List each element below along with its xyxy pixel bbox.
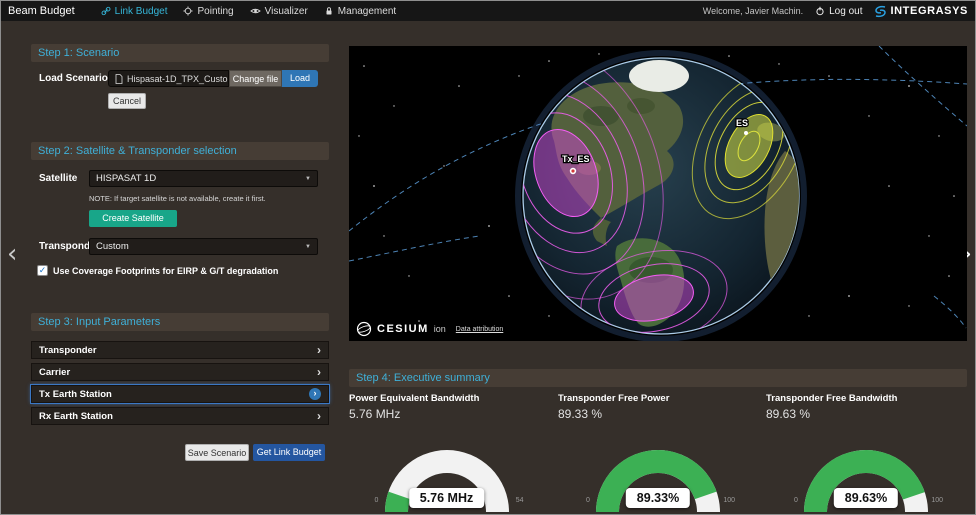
welcome-text: Welcome, Javier Machin. <box>703 6 803 16</box>
gauge-readout: 5.76 MHz <box>409 488 485 508</box>
nav-management[interactable]: Management <box>324 6 396 17</box>
beam-center-marker <box>744 131 748 135</box>
gauge-min-tick: 0 <box>375 497 379 504</box>
accordion-transponder[interactable]: Transponder › <box>31 341 329 359</box>
gauge-value-text: 89.63 % <box>766 407 966 421</box>
gauge-value-text: 89.33 % <box>558 407 758 421</box>
nav-link-budget[interactable]: Link Budget <box>101 6 168 17</box>
nav-label: Pointing <box>197 6 233 17</box>
chevron-right-icon: › <box>317 344 321 356</box>
gauge-col-transponder-free-power: Transponder Free Power 89.33 % 0 100 89.… <box>558 393 758 515</box>
chevron-left-icon: ‹ <box>7 239 17 269</box>
globe-scene: Tx_ES ES <box>349 46 967 341</box>
gauge-col-power-equivalent-bandwidth: Power Equivalent Bandwidth 5.76 MHz 0 54… <box>349 393 544 515</box>
gauge-title: Power Equivalent Bandwidth <box>349 393 544 404</box>
app-brand: Beam Budget <box>8 5 75 17</box>
greenland-ice <box>629 60 689 92</box>
gauge-title: Transponder Free Power <box>558 393 758 404</box>
step1-header: Step 1: Scenario <box>31 44 329 62</box>
chevron-right-icon: › <box>309 388 321 400</box>
integrasys-logo: INTEGRASYS <box>874 5 968 18</box>
footprints-checkbox-label: Use Coverage Footprints for EIRP & G/T d… <box>53 266 278 276</box>
save-scenario-button[interactable]: Save Scenario <box>185 444 249 461</box>
nav-label: Link Budget <box>115 6 168 17</box>
get-link-budget-button[interactable]: Get Link Budget <box>253 444 325 461</box>
step2-header: Step 2: Satellite & Transponder selectio… <box>31 142 329 160</box>
transponder-select-value: Custom <box>96 241 129 252</box>
nav-label: Management <box>338 6 396 17</box>
tx-station-label: Tx_ES <box>562 154 590 164</box>
gauge: 0 100 89.33% <box>573 426 743 515</box>
scenario-file-input[interactable]: Hispasat-1D_TPX_Custom.json <box>108 70 229 87</box>
cesium-logo-icon <box>356 321 372 337</box>
navbar: Beam Budget Link Budget Pointing Visuali… <box>1 1 975 21</box>
load-scenario-label: Load Scenario: <box>39 73 111 84</box>
footprints-checkbox[interactable]: ✓ <box>37 265 48 276</box>
satellite-select-value: HISPASAT 1D <box>96 173 156 184</box>
scenario-file-name: Hispasat-1D_TPX_Custom.json <box>127 74 229 84</box>
lock-icon <box>324 6 334 16</box>
accordion-rx-earth-station[interactable]: Rx Earth Station › <box>31 407 329 425</box>
step4-header: Step 4: Executive summary <box>349 369 967 387</box>
accordion-label: Rx Earth Station <box>39 411 113 422</box>
gauge-value-text: 5.76 MHz <box>349 407 544 421</box>
gauge-max-tick: 100 <box>931 497 943 504</box>
satellite-select[interactable]: HISPASAT 1D ▼ <box>89 170 318 187</box>
gauge-max-tick: 54 <box>516 497 524 504</box>
satellite-note: NOTE: If target satellite is not availab… <box>89 194 266 203</box>
chevron-right-icon: › <box>317 366 321 378</box>
change-file-button[interactable]: Change file <box>229 70 282 87</box>
gauge-readout: 89.33% <box>626 488 690 508</box>
nav-visualizer[interactable]: Visualizer <box>250 6 308 17</box>
beam-label: ES <box>736 118 748 128</box>
caret-down-icon: ▼ <box>305 244 311 250</box>
tx-station-marker <box>570 168 576 174</box>
cesium-credit: CESIUM ion Data attribution <box>356 321 503 337</box>
transponder-select[interactable]: Custom ▼ <box>89 238 318 255</box>
satellite-label: Satellite <box>39 173 77 184</box>
file-icon <box>115 74 123 84</box>
logout-label: Log out <box>829 6 862 17</box>
cesium-ion-text: ion <box>434 324 446 334</box>
accordion-label: Carrier <box>39 367 70 378</box>
app-window: Beam Budget Link Budget Pointing Visuali… <box>0 0 976 515</box>
gauge-max-tick: 100 <box>723 497 735 504</box>
load-button[interactable]: Load <box>282 70 318 87</box>
gauge: 0 100 89.63% <box>781 426 951 515</box>
cancel-button[interactable]: Cancel <box>108 93 146 109</box>
nav-pointing[interactable]: Pointing <box>183 6 233 17</box>
power-icon <box>815 6 825 16</box>
gauge-min-tick: 0 <box>794 497 798 504</box>
navbar-right: Welcome, Javier Machin. Log out INTEGRAS… <box>703 5 968 18</box>
accordion-carrier[interactable]: Carrier › <box>31 363 329 381</box>
accordion-tx-earth-station[interactable]: Tx Earth Station › <box>31 385 329 403</box>
accordion-label: Tx Earth Station <box>39 389 112 400</box>
pointer-icon <box>183 6 193 16</box>
gauge-readout: 89.63% <box>834 488 898 508</box>
logo-text: INTEGRASYS <box>890 5 968 17</box>
check-icon: ✓ <box>39 266 47 276</box>
gauge-min-tick: 0 <box>586 497 590 504</box>
create-satellite-button[interactable]: Create Satellite <box>89 210 177 227</box>
gauge: 0 54 5.76 MHz <box>362 426 532 515</box>
eye-icon <box>250 6 261 16</box>
link-icon <box>101 6 111 16</box>
caret-down-icon: ▼ <box>305 176 311 182</box>
data-attribution-link[interactable]: Data attribution <box>456 326 503 333</box>
nav-label: Visualizer <box>265 6 308 17</box>
logout-button[interactable]: Log out <box>815 6 862 17</box>
chevron-right-icon: › <box>317 410 321 422</box>
cesium-globe-viewport[interactable]: Tx_ES ES CESIUM ion Data attribution <box>349 46 967 341</box>
cesium-brand-text: CESIUM <box>377 323 429 335</box>
integrasys-mark-icon <box>874 5 887 18</box>
carousel-prev-button[interactable]: ‹ <box>7 241 17 267</box>
gauge-title: Transponder Free Bandwidth <box>766 393 966 404</box>
footprints-checkbox-row[interactable]: ✓ Use Coverage Footprints for EIRP & G/T… <box>37 265 278 276</box>
gauge-col-transponder-free-bandwidth: Transponder Free Bandwidth 89.63 % 0 100… <box>766 393 966 515</box>
accordion-label: Transponder <box>39 345 97 356</box>
step3-header: Step 3: Input Parameters <box>31 313 329 331</box>
